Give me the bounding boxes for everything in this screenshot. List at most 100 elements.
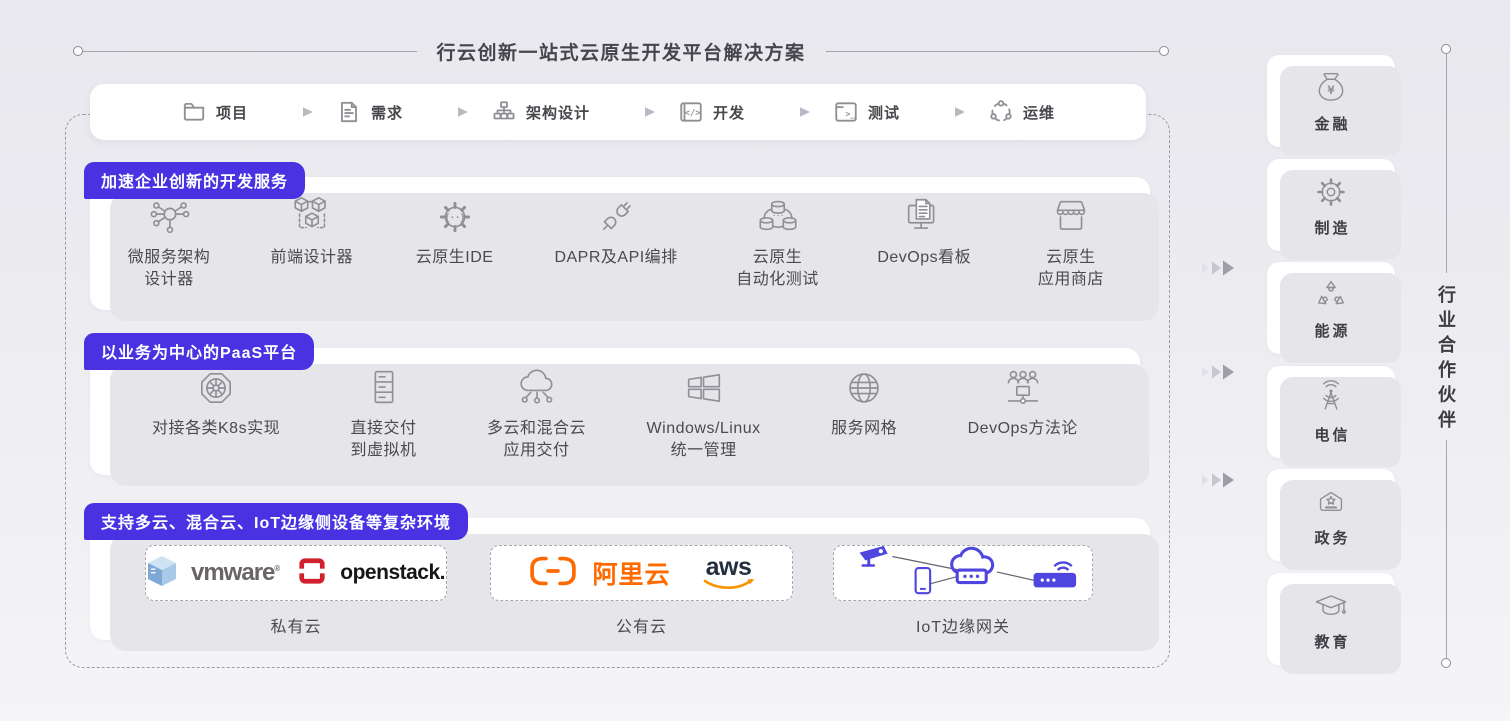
terminal-icon: >_ (833, 99, 859, 125)
arrow-right-icon (270, 106, 314, 118)
workflow-step-architecture: 架构设计 (491, 99, 590, 125)
feature-microservice-designer: 微服务架构设计器 (126, 194, 212, 292)
windows-logo-icon (681, 365, 727, 411)
industry-label: 电信 (1311, 424, 1350, 445)
feature-label: Windows/Linux (647, 418, 761, 440)
flow-chevrons-icon (1200, 471, 1238, 494)
line-end-dot (1441, 658, 1451, 668)
iot-gateway-box (833, 545, 1093, 601)
axis-line-bottom (1446, 440, 1447, 659)
code-window-icon: </> (678, 99, 704, 125)
industry-partners-axis: 行业合作伙伴 (1434, 44, 1458, 668)
feature-dapr-api: DAPR及API编排 (554, 194, 677, 269)
env-label: 公有云 (490, 613, 793, 637)
server-rack-icon (361, 365, 407, 411)
money-bag-icon: ¥ (1311, 68, 1351, 108)
feature-label: 到虚拟机 (351, 440, 417, 462)
feature-service-mesh: 服务网格 (821, 365, 907, 440)
cloud-nodes-icon (514, 365, 560, 411)
feature-label: DevOps看板 (877, 247, 971, 269)
svg-text:¥: ¥ (1327, 83, 1334, 97)
folder-icon (181, 99, 207, 125)
feature-label: 应用商店 (1038, 269, 1104, 291)
feature-label: 直接交付 (351, 418, 417, 440)
feature-frontend-designer: 前端设计器 (269, 194, 355, 269)
env-label: 私有云 (145, 613, 447, 637)
feature-k8s: 对接各类K8s实现 (152, 365, 280, 440)
recycle-icon (1311, 275, 1351, 315)
feature-label: 云原生IDE (416, 247, 494, 269)
iot-gateway-group: IoT边缘网关 (833, 545, 1093, 637)
feature-vm-delivery: 直接交付到虚拟机 (341, 365, 427, 463)
workflow-bar: 项目 需求 架构设计 </> 开发 (90, 84, 1146, 140)
ops-cycle-icon (988, 99, 1014, 125)
database-cluster-icon: ··· (755, 194, 801, 240)
feature-win-linux: Windows/Linux统一管理 (647, 365, 761, 463)
solution-diagram-page: 行云创新一站式云原生开发平台解决方案 项目 需求 架构设计 (0, 0, 1510, 721)
industry-card-telecom: 电信 (1267, 366, 1395, 458)
industry-card-manufacturing: 制造 (1267, 159, 1395, 251)
feature-label: 云原生 (736, 247, 819, 269)
vmware-cube-icon (147, 555, 177, 592)
globe-grid-icon (841, 365, 887, 411)
arrow-right-icon (767, 106, 811, 118)
industry-partners-title: 行业合作伙伴 (1433, 285, 1459, 435)
government-building-icon (1311, 482, 1351, 522)
microservice-architecture-icon (146, 194, 192, 240)
feature-label: 前端设计器 (271, 247, 354, 269)
feature-label: 对接各类K8s实现 (152, 418, 280, 440)
industry-card-education: 教育 (1267, 573, 1395, 665)
gear-code-icon: {··} (432, 194, 478, 240)
storefront-icon (1048, 194, 1094, 240)
vmware-logo: vmware® (191, 559, 280, 587)
alibaba-cloud-mark-icon (528, 555, 578, 592)
feature-label: DevOps方法论 (968, 418, 1078, 440)
feature-label: 统一管理 (647, 440, 761, 462)
feature-app-store: 云原生应用商店 (1028, 194, 1114, 292)
axis-line-top (1446, 54, 1447, 273)
feature-label: 云原生 (1038, 247, 1104, 269)
feature-devops-board: DevOps看板 (877, 194, 971, 269)
industry-label: 政务 (1311, 527, 1350, 548)
svg-text:</>: </> (685, 108, 701, 118)
feature-label: 多云和混合云 (487, 418, 586, 440)
k8s-wheel-icon (193, 365, 239, 411)
header: 行云创新一站式云原生开发平台解决方案 (73, 40, 1169, 62)
section-environments: 支持多云、混合云、IoT边缘侧设备等复杂环境 vmware® openstack… (90, 518, 1150, 640)
flow-chevrons-icon (1200, 259, 1238, 282)
feature-label: 服务网格 (831, 418, 897, 440)
section-badge: 以业务为中心的PaaS平台 (84, 333, 314, 370)
svg-text:···: ··· (771, 212, 783, 220)
industry-label: 能源 (1311, 320, 1350, 341)
section-dev-services: 加速企业创新的开发服务 微服务架构设计器 前端设计器 {··} 云原生IDE (90, 177, 1150, 310)
feature-label: 应用交付 (487, 440, 586, 462)
header-line-right (826, 51, 1160, 52)
aws-logo: aws (703, 555, 755, 592)
flow-chevrons-icon (1200, 363, 1238, 386)
industry-label: 金融 (1311, 113, 1350, 134)
cubes-icon (289, 194, 335, 240)
feature-label: 自动化测试 (736, 269, 819, 291)
public-cloud-group: 阿里云 aws 公有云 (490, 545, 793, 637)
industry-card-government: 政务 (1267, 469, 1395, 561)
monitor-document-icon (901, 194, 947, 240)
feature-cloudnative-ide: {··} 云原生IDE (412, 194, 498, 269)
line-end-dot (1441, 44, 1451, 54)
section-badge: 支持多云、混合云、IoT边缘侧设备等复杂环境 (84, 503, 468, 540)
openstack-logo: openstack. (340, 561, 445, 585)
public-cloud-box: 阿里云 aws (490, 545, 793, 601)
openstack-mark-icon (298, 557, 326, 590)
workflow-step-requirements: 需求 (336, 99, 403, 125)
arrow-right-icon (922, 106, 966, 118)
graduation-cap-icon (1311, 586, 1351, 626)
page-title: 行云创新一站式云原生开发平台解决方案 (437, 38, 806, 65)
workflow-step-develop: </> 开发 (678, 99, 745, 125)
industry-label: 制造 (1311, 217, 1350, 238)
industry-card-finance: ¥ 金融 (1267, 55, 1395, 147)
section-badge: 加速企业创新的开发服务 (84, 162, 305, 199)
document-icon (336, 99, 362, 125)
section-paas-platform: 以业务为中心的PaaS平台 对接各类K8s实现 直接交付到虚拟机 多云和混合云应… (90, 348, 1140, 475)
feature-autotest: ··· 云原生自动化测试 (735, 194, 821, 292)
line-end-dot (73, 46, 83, 56)
private-cloud-group: vmware® openstack. 私有云 (145, 545, 447, 637)
